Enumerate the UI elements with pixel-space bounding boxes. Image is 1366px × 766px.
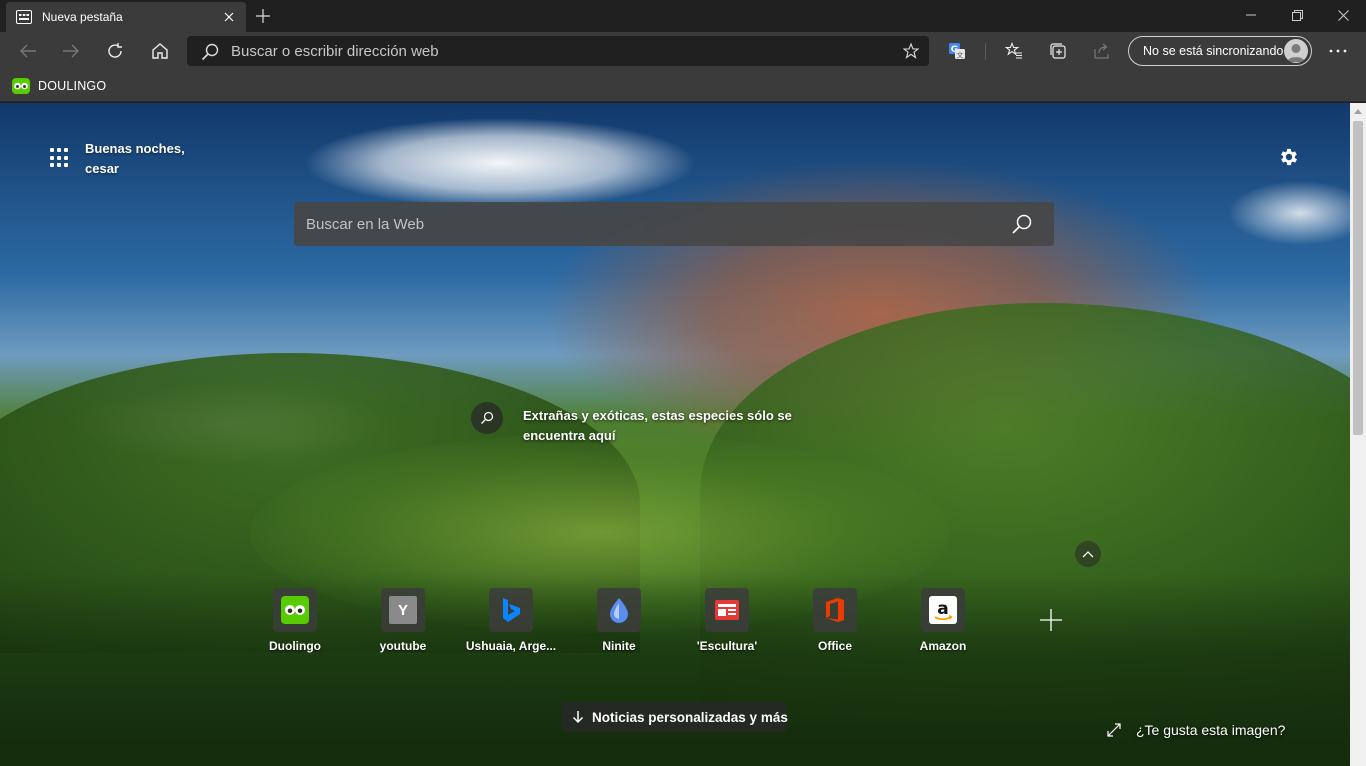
svg-text:文: 文 (957, 51, 964, 60)
arrow-down-icon (572, 709, 584, 725)
search-icon[interactable] (471, 402, 503, 434)
favorites-bar: DOULINGO (0, 70, 1366, 102)
quick-link-youtube[interactable]: Y youtube (353, 588, 453, 658)
ninite-icon (597, 588, 641, 632)
quick-link-duolingo[interactable]: Duolingo (245, 588, 345, 658)
office-icon (813, 588, 857, 632)
quick-link-ushuaia[interactable]: Ushuaia, Arge... (461, 588, 561, 658)
tab-title: Nueva pestaña (42, 10, 123, 24)
search-icon[interactable] (1010, 212, 1034, 236)
add-quick-link-button[interactable] (1039, 608, 1063, 632)
profile-button[interactable]: No se está sincronizando (1128, 36, 1312, 66)
more-icon[interactable] (1323, 36, 1353, 66)
like-image-label: ¿Te gusta esta imagen? (1136, 722, 1286, 738)
address-input[interactable] (231, 36, 881, 66)
restore-button[interactable] (1274, 0, 1320, 30)
quick-link-office[interactable]: Office (785, 588, 885, 658)
close-window-button[interactable] (1320, 0, 1366, 30)
search-icon (201, 43, 219, 61)
scroll-thumb[interactable] (1353, 121, 1363, 435)
new-tab-page-icon (16, 9, 32, 25)
scroll-up-icon[interactable] (1350, 103, 1366, 119)
refresh-button[interactable] (100, 36, 130, 66)
web-search-box[interactable] (294, 202, 1054, 246)
new-tab-page: Buenas noches, cesar Extrañas y exóticas… (0, 103, 1350, 766)
gear-icon[interactable] (1276, 144, 1302, 170)
letter-y-icon: Y (381, 588, 425, 632)
favorite-label: DOULINGO (38, 79, 107, 93)
favorite-duolingo[interactable]: DOULINGO (12, 75, 106, 97)
tile-label: Ninite (602, 639, 636, 653)
tile-label: youtube (379, 639, 427, 653)
tile-label: 'Escultura' (696, 639, 758, 653)
bing-icon (489, 588, 533, 632)
translate-icon[interactable]: G文 (942, 36, 972, 66)
scrollbar[interactable] (1350, 103, 1366, 766)
greeting-line1: Buenas noches, (85, 141, 185, 156)
duolingo-icon (273, 588, 317, 632)
tile-label: Office (817, 639, 852, 653)
collections-icon[interactable] (1043, 36, 1073, 66)
back-button[interactable] (13, 36, 43, 66)
share-icon[interactable] (1087, 36, 1117, 66)
new-tab-button[interactable] (250, 4, 276, 28)
tab-bar: Nueva pestaña (0, 0, 1366, 32)
image-info-text[interactable]: Extrañas y exóticas, estas especies sólo… (523, 406, 803, 446)
tile-label: Ushuaia, Arge... (465, 639, 557, 653)
quick-link-escultura[interactable]: 'Escultura' (677, 588, 777, 658)
duolingo-icon (12, 78, 30, 94)
quick-link-amazon[interactable]: a Amazon (893, 588, 993, 658)
tab-new-tab[interactable]: Nueva pestaña (6, 2, 246, 32)
greeting: Buenas noches, cesar (85, 139, 185, 179)
tile-label: Duolingo (269, 639, 321, 653)
amazon-icon: a (921, 588, 965, 632)
web-search-input[interactable] (306, 202, 986, 246)
toolbar-divider (985, 43, 986, 60)
avatar (1284, 39, 1308, 63)
chevron-up-icon[interactable] (1075, 541, 1101, 567)
expand-icon (1106, 722, 1122, 738)
news-icon (705, 588, 749, 632)
svg-text:a: a (937, 599, 948, 619)
quick-link-ninite[interactable]: Ninite (569, 588, 669, 658)
profile-label: No se está sincronizando (1143, 44, 1284, 58)
toolbar: G文 No se está sincronizando (0, 32, 1366, 70)
image-info[interactable]: Extrañas y exóticas, estas especies sólo… (471, 402, 803, 446)
like-image-button[interactable]: ¿Te gusta esta imagen? (1106, 722, 1285, 738)
forward-button[interactable] (56, 36, 86, 66)
tile-letter: Y (389, 596, 417, 624)
greeting-line2: cesar (85, 161, 119, 176)
news-button[interactable]: Noticias personalizadas y más (562, 702, 788, 732)
home-button[interactable] (145, 36, 175, 66)
apps-launcher-icon[interactable] (50, 148, 70, 168)
favorites-icon[interactable] (999, 36, 1029, 66)
address-bar[interactable] (187, 36, 929, 66)
minimize-button[interactable] (1228, 0, 1274, 30)
star-icon[interactable] (901, 41, 921, 61)
tile-label: Amazon (919, 639, 967, 653)
close-icon[interactable] (222, 10, 236, 24)
news-label: Noticias personalizadas y más (592, 709, 788, 725)
